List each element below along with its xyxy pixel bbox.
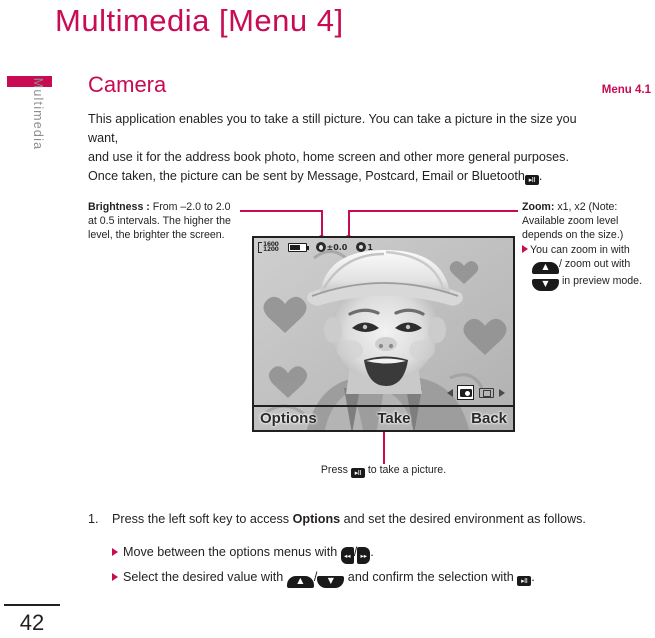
zoom-value: 1	[367, 242, 373, 252]
step-1-part-a: Press the left soft key to access	[112, 512, 293, 526]
triangle-bullet-icon	[522, 244, 528, 253]
camera-preview-photo	[254, 238, 513, 430]
ok-key-icon: ▸II	[350, 467, 365, 478]
step-1-number: 1.	[88, 512, 99, 526]
intro-line-3-end: .	[538, 169, 543, 183]
callout-brightness: Brightness : From –2.0 to 2.0 at 0.5 int…	[88, 200, 238, 243]
resolution-icon: 1600 1200	[258, 241, 279, 253]
intro-line-3: Once taken, the picture can be sent by M…	[88, 169, 525, 183]
up-key-icon: ▲	[286, 576, 314, 588]
callout-brightness-label: Brightness :	[88, 201, 150, 213]
left-key-icon: ◂◂	[340, 547, 354, 564]
intro-line-2: and use it for the address book photo, h…	[88, 150, 569, 164]
soft-key-right-back[interactable]: Back	[471, 410, 507, 427]
leader-line-zoom-horizontal	[348, 210, 518, 212]
battery-icon	[287, 242, 309, 252]
bullet-1-text-a: Move between the options menus with	[123, 545, 341, 559]
sidebar-chapter-label: Multimedia	[31, 77, 45, 151]
triangle-bullet-icon	[112, 548, 118, 556]
zoom-indicator: 1	[356, 242, 373, 252]
soft-key-center-take[interactable]: Take	[317, 410, 471, 427]
leader-line-brightness-vertical	[321, 210, 323, 238]
camera-mode-icon[interactable]	[457, 385, 474, 400]
manual-page: Multimedia [Menu 4] Multimedia 42 Camera…	[0, 0, 655, 638]
bullet-2-text-a: Select the desired value with	[123, 570, 287, 584]
up-key-icon: ▲	[532, 261, 559, 274]
camera-mode-bar[interactable]	[447, 385, 505, 400]
down-key-icon: ▼	[532, 278, 559, 291]
bullet-2-text-c: and confirm the selection with	[344, 570, 518, 584]
bullet-1-text-c: .	[370, 545, 374, 559]
sidebar-color-tab	[7, 76, 52, 87]
mode-prev-arrow-icon[interactable]	[447, 388, 453, 397]
zoom-icon	[356, 242, 367, 252]
leader-line-take-vertical	[383, 428, 385, 464]
preview-photo-artwork	[254, 238, 513, 430]
right-key-icon: ▸▸	[357, 547, 371, 564]
step-1-bullet-2: Select the desired value with ▲ / ▼ and co…	[112, 570, 535, 588]
soft-key-left-options[interactable]: Options	[260, 410, 317, 427]
bullet-2-text-d: .	[531, 570, 535, 584]
brightness-indicator: ±0.0	[315, 242, 348, 252]
callout-zoom-bullet-line3: ▼ in preview mode.	[522, 274, 654, 291]
phone-screen-preview: 1600 1200 ±0.0 1 Options Take Back	[252, 236, 515, 432]
callout-zoom-bullet: You can zoom in with	[522, 243, 654, 257]
ok-key-icon: ▸II	[524, 174, 539, 185]
brightness-icon	[315, 242, 326, 252]
page-number-rule	[4, 604, 60, 606]
leader-line-zoom-vertical	[348, 210, 350, 238]
intro-line-1: This application enables you to take a s…	[88, 112, 577, 145]
callout-zoom-bullet-line2: ▲ / zoom out with	[522, 257, 654, 274]
page-number: 42	[19, 610, 45, 635]
callout-zoom-bullet-mid: / zoom out with	[559, 257, 631, 270]
camera-status-bar: 1600 1200 ±0.0 1	[254, 238, 513, 256]
page-title: Multimedia [Menu 4]	[55, 3, 344, 38]
video-mode-icon[interactable]	[478, 385, 495, 400]
step-1-part-c: and set the desired environment as follo…	[340, 512, 586, 526]
callout-zoom: Zoom: x1, x2 (Note: Available zoom level…	[522, 200, 654, 291]
step-1-options-word: Options	[292, 512, 341, 526]
brightness-value: ±0.0	[326, 242, 348, 252]
caption-post: to take a picture.	[364, 464, 447, 476]
callout-zoom-label: Zoom:	[522, 201, 555, 213]
resolution-height: 1200	[263, 246, 279, 253]
step-1-text: Press the left soft key to access Option…	[112, 512, 622, 526]
caption-pre: Press	[320, 464, 351, 476]
phone-caption: Press ▸II to take a picture.	[252, 464, 515, 478]
ok-key-icon: ▸II	[517, 575, 532, 586]
section-menu-reference: Menu 4.1	[601, 84, 651, 96]
down-key-icon: ▼	[317, 576, 345, 588]
step-1-bullet-1: Move between the options menus with ◂◂ / ▸…	[112, 545, 374, 564]
resolution-bracket-icon	[258, 241, 262, 253]
leader-line-brightness-horizontal	[240, 210, 322, 212]
section-title: Camera	[88, 72, 167, 97]
soft-key-bar: Options Take Back	[254, 405, 513, 430]
triangle-bullet-icon	[112, 573, 118, 581]
callout-zoom-bullet-post: in preview mode.	[559, 274, 643, 287]
mode-next-arrow-icon[interactable]	[499, 388, 505, 397]
intro-paragraph: This application enables you to take a s…	[88, 110, 610, 186]
callout-zoom-bullet-pre: You can zoom in with	[530, 243, 630, 256]
resolution-values: 1600 1200	[263, 241, 279, 253]
